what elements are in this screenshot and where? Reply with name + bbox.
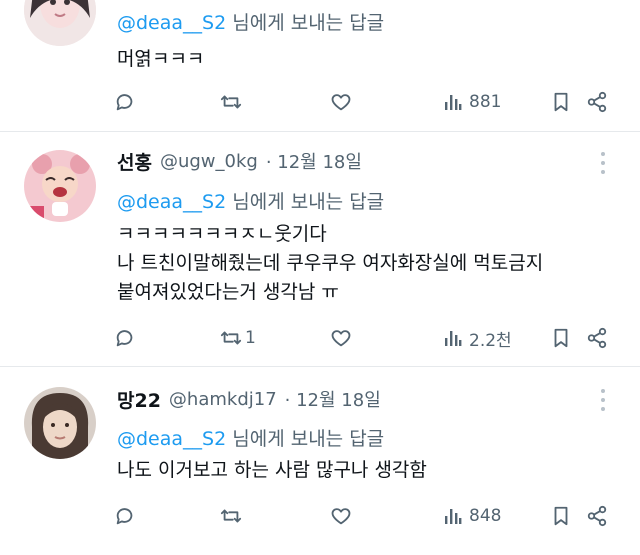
bookmark-icon (551, 91, 571, 113)
views-icon (443, 328, 463, 348)
share-icon (586, 91, 608, 113)
reply-suffix: 님에게 보내는 답글 (232, 428, 385, 450)
tweet-text: 머엵ㅋㅋㅋ (117, 46, 204, 73)
avatar[interactable] (24, 150, 96, 222)
action-bar: 1 2.2천 (0, 326, 640, 351)
bookmark-icon (551, 505, 571, 527)
more-icon-dot (601, 398, 605, 402)
more-icon-dot (601, 161, 605, 165)
mention-link[interactable]: @deaa__S2 (117, 12, 226, 34)
more-button[interactable] (596, 152, 610, 176)
bookmark-button[interactable] (551, 504, 571, 528)
tweet-text: 나도 이거보고 하는 사람 많구나 생각함 (117, 457, 427, 484)
reply-context: @deaa__S2 님에게 보내는 답글 (117, 8, 384, 35)
like-icon (330, 505, 352, 527)
like-button[interactable] (330, 90, 352, 114)
like-icon (330, 91, 352, 113)
display-name[interactable]: 망22 (117, 386, 161, 413)
retweet-button[interactable]: 1 (219, 326, 256, 350)
display-name[interactable]: 선홍 (117, 148, 152, 175)
tweet-text-line: 나 트친이말해줬는데 쿠우쿠우 여자화장실에 먹토금지 (117, 252, 544, 274)
tweet-text-line: 붙여져있었다는거 생각남 ㅠ (117, 281, 339, 303)
tweet-header: 선홍 @ugw_0kg · 12월 18일 (117, 146, 362, 176)
tweet-text: ㅋㅋㅋㅋㅋㅋㅋㅈㄴ웃기다 나 트친이말해줬는데 쿠우쿠우 여자화장실에 먹토금지… (117, 220, 543, 307)
mention-link[interactable]: @deaa__S2 (117, 191, 226, 213)
tweet-1[interactable]: @deaa__S2 님에게 보내는 답글 머엵ㅋㅋㅋ 881 (0, 0, 640, 127)
tweet-text-line: 머엵ㅋㅋㅋ (117, 48, 205, 70)
views-button[interactable]: 881 (443, 90, 501, 114)
reply-button[interactable] (114, 326, 136, 350)
action-bar: 881 (0, 90, 640, 114)
reply-button[interactable] (114, 504, 136, 528)
reply-suffix: 님에게 보내는 답글 (232, 191, 385, 213)
views-button[interactable]: 2.2천 (443, 326, 512, 351)
more-icon (601, 152, 605, 156)
like-button[interactable] (330, 326, 352, 350)
retweet-button[interactable] (219, 504, 249, 528)
timestamp[interactable]: · 12월 18일 (266, 148, 362, 174)
views-count: 881 (469, 92, 502, 112)
user-handle[interactable]: @hamkdj17 (169, 389, 277, 410)
retweet-icon (219, 91, 243, 113)
bookmark-icon (551, 327, 571, 349)
views-button[interactable]: 848 (443, 504, 501, 528)
retweet-count: 1 (245, 328, 256, 348)
retweet-icon (219, 327, 243, 349)
bookmark-button[interactable] (551, 90, 571, 114)
mention-link[interactable]: @deaa__S2 (117, 428, 226, 450)
share-button[interactable] (586, 90, 608, 114)
more-icon-dot (601, 407, 605, 411)
views-count: 848 (469, 506, 502, 526)
tweet-header: 망22 @hamkdj17 · 12월 18일 (117, 384, 381, 414)
more-icon-dot (601, 170, 605, 174)
views-icon (443, 506, 463, 526)
share-button[interactable] (586, 504, 608, 528)
views-count: 2.2천 (469, 330, 512, 351)
reply-icon (114, 91, 136, 113)
avatar[interactable] (24, 0, 96, 46)
tweet-3[interactable]: 망22 @hamkdj17 · 12월 18일 @deaa__S2 님에게 보내… (0, 367, 640, 555)
reply-button[interactable] (114, 90, 136, 114)
avatar[interactable] (24, 387, 96, 459)
user-handle[interactable]: @ugw_0kg (160, 151, 258, 172)
reply-icon (114, 327, 136, 349)
tweet-text-line: 나도 이거보고 하는 사람 많구나 생각함 (117, 459, 427, 481)
like-icon (330, 327, 352, 349)
reply-suffix: 님에게 보내는 답글 (232, 12, 385, 34)
more-button[interactable] (596, 389, 610, 413)
share-button[interactable] (586, 326, 608, 350)
views-icon (443, 92, 463, 112)
bookmark-button[interactable] (551, 326, 571, 350)
timestamp[interactable]: · 12월 18일 (285, 386, 381, 412)
share-icon (586, 505, 608, 527)
reply-icon (114, 505, 136, 527)
retweet-button[interactable] (219, 90, 249, 114)
tweet-2[interactable]: 선홍 @ugw_0kg · 12월 18일 @deaa__S2 님에게 보내는 … (0, 132, 640, 365)
share-icon (586, 327, 608, 349)
reply-context: @deaa__S2 님에게 보내는 답글 (117, 187, 384, 214)
action-bar: 848 (0, 504, 640, 528)
retweet-icon (219, 505, 243, 527)
more-icon (601, 389, 605, 393)
tweet-text-line: ㅋㅋㅋㅋㅋㅋㅋㅈㄴ웃기다 (117, 223, 327, 245)
reply-context: @deaa__S2 님에게 보내는 답글 (117, 424, 384, 451)
like-button[interactable] (330, 504, 352, 528)
